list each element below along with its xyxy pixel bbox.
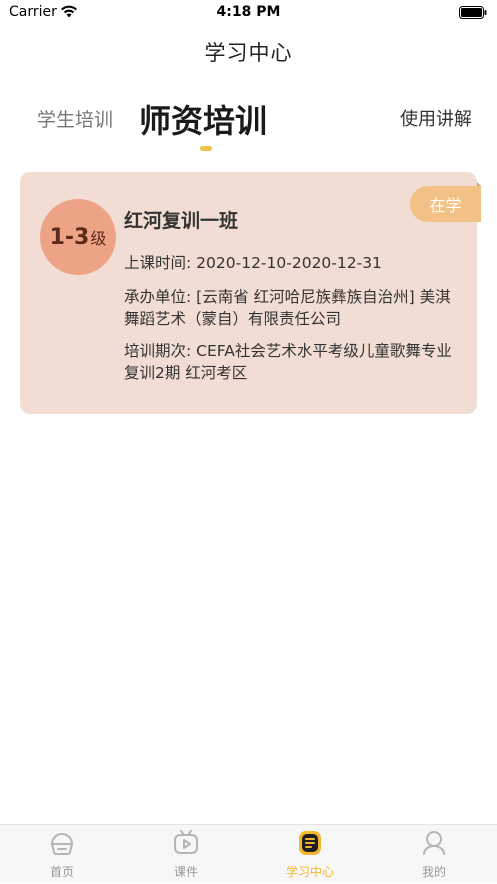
class-time-value: 2020-12-10-2020-12-31 xyxy=(196,254,382,272)
level-number: 1-3 xyxy=(49,224,90,250)
organizer-label: 承办单位: xyxy=(124,288,192,306)
tab-home[interactable]: 首页 xyxy=(0,825,124,884)
usage-guide-link[interactable]: 使用讲解 xyxy=(400,105,472,131)
class-time-row: 上课时间: 2020-12-10-2020-12-31 xyxy=(124,252,454,274)
tab-teacher-training[interactable]: 师资培训 xyxy=(139,96,267,142)
active-tab-indicator xyxy=(200,146,212,151)
status-badge: 在学 xyxy=(410,186,481,222)
training-period-row: 培训期次: CEFA社会艺术水平考级儿童歌舞专业 复训2期 红河考区 xyxy=(124,340,454,384)
level-badge: 1-3 级 xyxy=(40,199,116,275)
level-unit: 级 xyxy=(90,229,107,248)
status-time: 4:18 PM xyxy=(216,4,281,20)
tab-home-label: 首页 xyxy=(49,865,74,879)
courseware-icon xyxy=(174,830,198,854)
tab-courseware-label: 课件 xyxy=(173,865,198,879)
class-time-label: 上课时间: xyxy=(124,254,192,272)
profile-icon xyxy=(423,831,445,855)
tab-student-training[interactable]: 学生培训 xyxy=(37,105,113,132)
page-title: 学习中心 xyxy=(204,41,293,65)
tab-profile[interactable]: 我的 xyxy=(372,825,496,884)
tab-profile-label: 我的 xyxy=(421,865,446,879)
tab-study-center-label: 学习中心 xyxy=(285,865,334,879)
course-card[interactable]: 在学 1-3 级 红河复训一班 上课时间: 2020-12-10-2020-12… xyxy=(20,172,481,414)
status-bar: Carrier 4:18 PM xyxy=(0,0,497,26)
training-period-label: 培训期次: xyxy=(124,342,192,360)
study-center-icon xyxy=(299,831,321,855)
tab-study-center[interactable]: 学习中心 xyxy=(248,825,372,884)
home-icon xyxy=(50,833,74,855)
organizer-row: 承办单位: [云南省 红河哈尼族彝族自治州] 美淇舞蹈艺术（蒙自）有限责任公司 xyxy=(124,286,454,330)
bottom-tab-bar: 首页 课件 学习中心 我的 xyxy=(0,824,497,883)
course-name: 红河复训一班 xyxy=(124,210,239,232)
tab-courseware[interactable]: 课件 xyxy=(124,825,248,884)
battery-icon xyxy=(459,6,487,19)
